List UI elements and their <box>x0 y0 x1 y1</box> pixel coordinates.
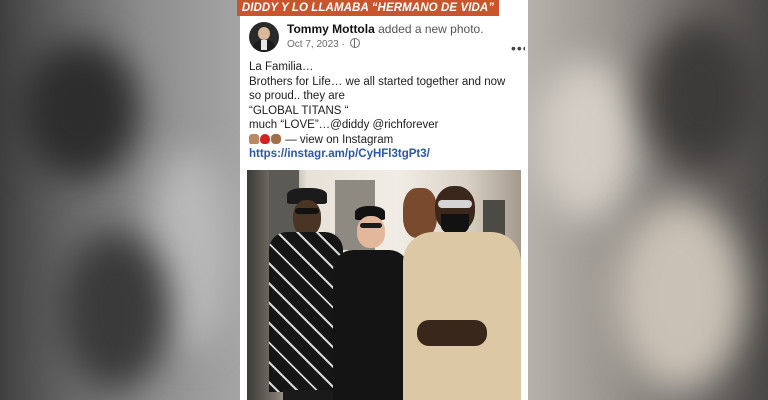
post-date[interactable]: Oct 7, 2023 · <box>287 39 345 50</box>
post-line: much “LOVE”…@diddy @richforever <box>249 119 439 131</box>
post-photo[interactable] <box>247 170 521 400</box>
blurred-background-right <box>525 0 768 400</box>
frame-divider-left <box>240 0 243 400</box>
post-header: Tommy Mottola added a new photo. Oct 7, … <box>249 22 528 56</box>
author-avatar[interactable] <box>249 22 279 52</box>
post-body: La Familia… Brothers for Life… we all st… <box>249 60 521 162</box>
red-heart-icon <box>260 133 270 144</box>
praying-hands-icon <box>249 133 259 144</box>
instagram-note: — view on Instagram <box>285 133 394 146</box>
post-line: so proud.. they are <box>249 90 345 102</box>
frame-divider-right <box>525 0 528 400</box>
post-action: added a new photo. <box>378 22 484 36</box>
author-name[interactable]: Tommy Mottola <box>287 22 375 36</box>
fist-bump-icon <box>271 133 281 144</box>
post-line: La Familia… <box>249 61 314 73</box>
post-line: “GLOBAL TITANS “ <box>249 104 349 117</box>
globe-icon <box>349 38 360 48</box>
instagram-link[interactable]: https://instagr.am/p/CyHFl3tgPt3/ <box>249 147 521 162</box>
headline-banner: DIDDY Y LO LLAMABA “HERMANO DE VIDA” <box>237 0 499 16</box>
post-line: Brothers for Life… we all started togeth… <box>249 75 506 88</box>
blurred-background-left <box>0 0 243 400</box>
